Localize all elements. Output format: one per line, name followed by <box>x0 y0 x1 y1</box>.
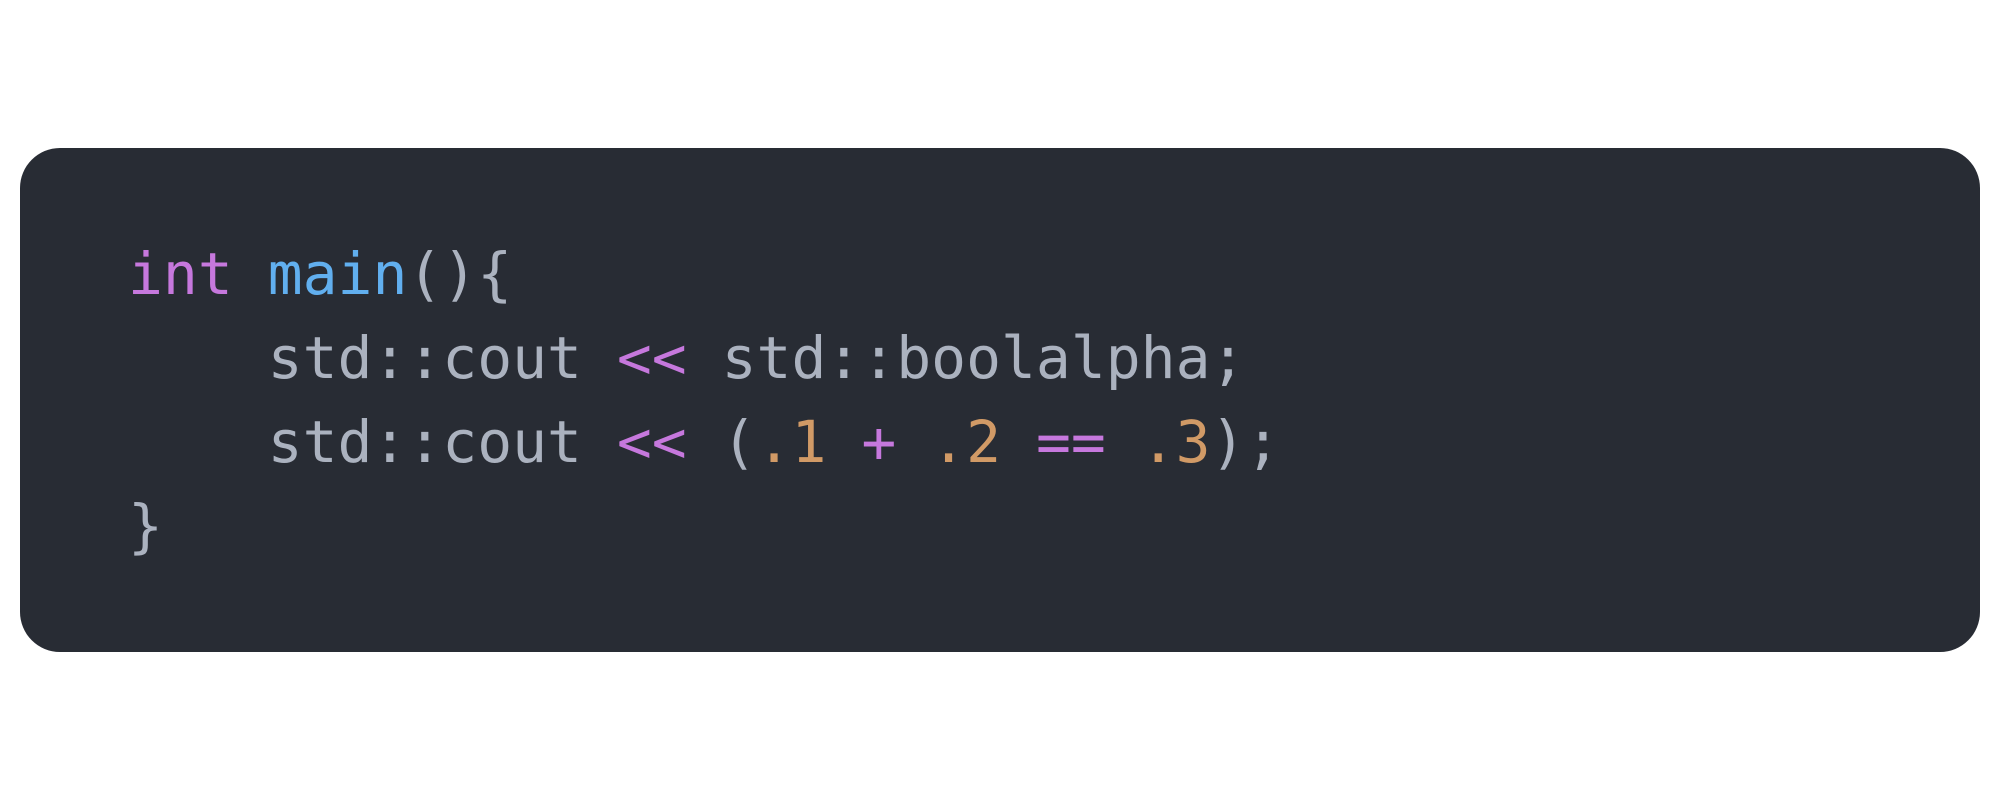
code-line: } <box>128 484 1980 568</box>
code-token-op: + <box>861 408 897 476</box>
code-token-plain: ( <box>686 408 757 476</box>
code-token-num: .2 <box>931 408 1002 476</box>
code-token-fn: main <box>267 240 408 308</box>
code-block: int main(){ std::cout << std::boolalpha;… <box>20 148 1980 652</box>
code-token-kw: int <box>128 240 233 308</box>
code-token-num: .3 <box>1140 408 1211 476</box>
code-token-num: .1 <box>756 408 827 476</box>
code-token-plain: (){ <box>407 240 513 308</box>
code-token-plain: std::cout <box>128 408 617 476</box>
code-token-plain: } <box>128 492 163 560</box>
code-line: int main(){ <box>128 232 1980 316</box>
code-line: std::cout << std::boolalpha; <box>128 316 1980 400</box>
code-line: std::cout << (.1 + .2 == .3); <box>128 400 1980 484</box>
code-token-op: == <box>1035 408 1106 476</box>
code-token-plain: std::cout <box>128 324 617 392</box>
code-token-plain: std::boolalpha; <box>686 324 1246 392</box>
code-token-plain: ); <box>1210 408 1281 476</box>
code-token-op: << <box>616 324 687 392</box>
code-token-op: << <box>616 408 687 476</box>
